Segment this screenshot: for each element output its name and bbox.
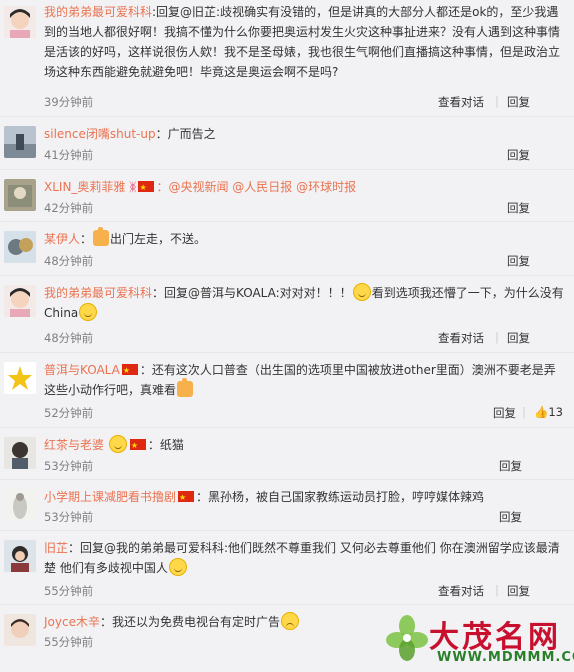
like-count: 13	[548, 405, 563, 419]
comment-item: silence闭嘴shut-up：广而告之 41分钟前 回复	[0, 117, 574, 170]
thumbs-down-icon	[177, 378, 194, 397]
comment-time: 39分钟前	[44, 95, 94, 109]
comment-username[interactable]: 我的弟弟最可爱科科	[44, 5, 152, 19]
comment-text: ：@央视新闻 @人民日报 @环球时报	[156, 180, 357, 194]
comment-text: ：回复@普洱与KOALA:对对对！！！	[152, 286, 352, 300]
comment-item: 普洱与KOALA：还有这次人口普查（出生国的选项里中国被放进other里面）澳洲…	[0, 353, 574, 428]
china-flag-icon	[178, 488, 195, 508]
divider: |	[495, 330, 499, 344]
comment-body: 我的弟弟最可爱科科：回复@普洱与KOALA:对对对！！！ 看到选项我还懵了一下，为…	[44, 283, 564, 323]
like-button[interactable]: 👍13	[534, 405, 563, 419]
reply-button[interactable]: 回复	[507, 330, 530, 346]
comment-username[interactable]: 红茶与老婆	[44, 438, 104, 452]
view-conversation-button[interactable]: 查看对话	[438, 94, 484, 110]
comment-body: 红茶与老婆 ：纸猫	[44, 435, 564, 456]
grin-emoji-icon	[352, 283, 371, 301]
comment-item: XLIN_奥莉菲雅 ᛤ ：@央视新闻 @人民日报 @环球时报 42分钟前 回复	[0, 170, 574, 222]
love-emoji-icon	[108, 435, 127, 453]
comment-username[interactable]: 旧芷	[44, 541, 68, 555]
comment-text: ：还有这次人口普查（出生国的选项里中国被放进other里面）澳洲不要老是弄这些小…	[44, 363, 556, 397]
reply-button[interactable]: 回复	[507, 583, 530, 599]
china-flag-icon	[121, 361, 138, 381]
comment-time: 53分钟前	[44, 459, 94, 473]
comment-item: 某伊人： 出门左走，不送。 48分钟前 回复	[0, 222, 574, 276]
comment-time: 48分钟前	[44, 331, 94, 345]
comment-body: 我的弟弟最可爱科科:回复@旧芷:歧视确实有没错的，但是讲真的大部分人都还是ok的…	[44, 2, 564, 82]
comment-text: ：回复@我的弟弟最可爱科科:他们既然不尊重我们 又何必去尊重他们 你在澳洲留学应…	[44, 541, 560, 575]
comment-body: XLIN_奥莉菲雅 ᛤ ：@央视新闻 @人民日报 @环球时报	[44, 177, 564, 198]
reply-button[interactable]: 回复	[493, 405, 516, 421]
reply-button[interactable]: 回复	[499, 458, 522, 474]
comment-item: 红茶与老婆 ：纸猫 53分钟前 回复	[0, 428, 574, 480]
comment-time: 48分钟前	[44, 254, 94, 268]
reply-button[interactable]: 回复	[507, 253, 530, 269]
comment-body: 普洱与KOALA：还有这次人口普查（出生国的选项里中国被放进other里面）澳洲…	[44, 360, 564, 400]
comment-username[interactable]: 某伊人	[44, 232, 80, 246]
china-flag-icon	[138, 178, 155, 198]
comment-body: 旧芷：回复@我的弟弟最可爱科科:他们既然不尊重我们 又何必去尊重他们 你在澳洲留…	[44, 538, 564, 578]
comment-time: 55分钟前	[44, 635, 94, 649]
sad-emoji-icon	[280, 612, 299, 630]
grin-emoji-icon	[79, 303, 98, 321]
comment-item: 我的弟弟最可爱科科：回复@普洱与KOALA:对对对！！！ 看到选项我还懵了一下，为…	[0, 276, 574, 353]
comment-time: 52分钟前	[44, 406, 94, 420]
avatar[interactable]	[4, 540, 36, 572]
comment-username[interactable]: silence闭嘴shut-up	[44, 127, 156, 141]
comment-item: 旧芷：回复@我的弟弟最可爱科科:他们既然不尊重我们 又何必去尊重他们 你在澳洲留…	[0, 531, 574, 605]
avatar[interactable]	[4, 437, 36, 469]
avatar[interactable]	[4, 362, 36, 394]
comment-text: 出门左走，不送。	[110, 232, 207, 246]
comment-username[interactable]: Joyce木辛	[44, 615, 100, 629]
avatar[interactable]	[4, 179, 36, 211]
avatar[interactable]	[4, 285, 36, 317]
divider: |	[495, 583, 499, 597]
butterfly-icon: ᛤ	[129, 180, 137, 194]
comment-body: silence闭嘴shut-up：广而告之	[44, 124, 564, 144]
avatar[interactable]	[4, 126, 36, 158]
comment-body: 某伊人： 出门左走，不送。	[44, 227, 207, 246]
comment-time: 41分钟前	[44, 148, 94, 162]
avatar[interactable]	[4, 489, 36, 521]
avatar[interactable]	[4, 614, 36, 646]
divider: |	[522, 405, 526, 419]
comment-text: ：广而告之	[155, 127, 216, 141]
avatar[interactable]	[4, 231, 36, 263]
clover-logo-icon	[386, 615, 428, 661]
grin-emoji-icon	[168, 558, 187, 576]
comment-item: 我的弟弟最可爱科科:回复@旧芷:歧视确实有没错的，但是讲真的大部分人都还是ok的…	[0, 0, 574, 117]
comment-time: 42分钟前	[44, 201, 94, 215]
comment-username[interactable]: 普洱与KOALA	[44, 363, 120, 377]
china-flag-icon	[129, 436, 146, 456]
comment-text: ：纸猫	[147, 438, 184, 452]
thumbs-down-icon	[93, 227, 110, 246]
comment-time: 55分钟前	[44, 584, 94, 598]
watermark-url: WWW.MDMMM.COM	[437, 650, 574, 665]
comment-text: ：我还以为免费电视台有定时广告	[99, 615, 280, 629]
like-icon: 👍	[534, 405, 549, 419]
site-watermark: 大茂名网 WWW.MDMMM.COM	[385, 612, 574, 670]
view-conversation-button[interactable]: 查看对话	[438, 583, 484, 599]
comment-item: 小学期上课减肥看书撸剧 ：黑孙杨，被自己国家教练运动员打脸，哼哼媒体辣鸡 53分钟…	[0, 480, 574, 531]
reply-button[interactable]: 回复	[507, 94, 530, 110]
reply-button[interactable]: 回复	[507, 200, 530, 216]
avatar[interactable]	[4, 6, 36, 38]
comment-username[interactable]: XLIN_奥莉菲雅	[44, 180, 125, 194]
comment-body: 小学期上课减肥看书撸剧 ：黑孙杨，被自己国家教练运动员打脸，哼哼媒体辣鸡	[44, 487, 564, 508]
comment-text: ：黑孙杨，被自己国家教练运动员打脸，哼哼媒体辣鸡	[196, 490, 485, 504]
comment-username[interactable]: 我的弟弟最可爱科科	[44, 286, 152, 300]
reply-button[interactable]: 回复	[499, 509, 522, 525]
view-conversation-button[interactable]: 查看对话	[438, 330, 484, 346]
reply-button[interactable]: 回复	[507, 147, 530, 163]
comment-list: 我的弟弟最可爱科科:回复@旧芷:歧视确实有没错的，但是讲真的大部分人都还是ok的…	[0, 0, 574, 652]
comment-username[interactable]: 小学期上课减肥看书撸剧	[44, 490, 176, 504]
divider: |	[495, 94, 499, 108]
comment-time: 53分钟前	[44, 510, 94, 524]
